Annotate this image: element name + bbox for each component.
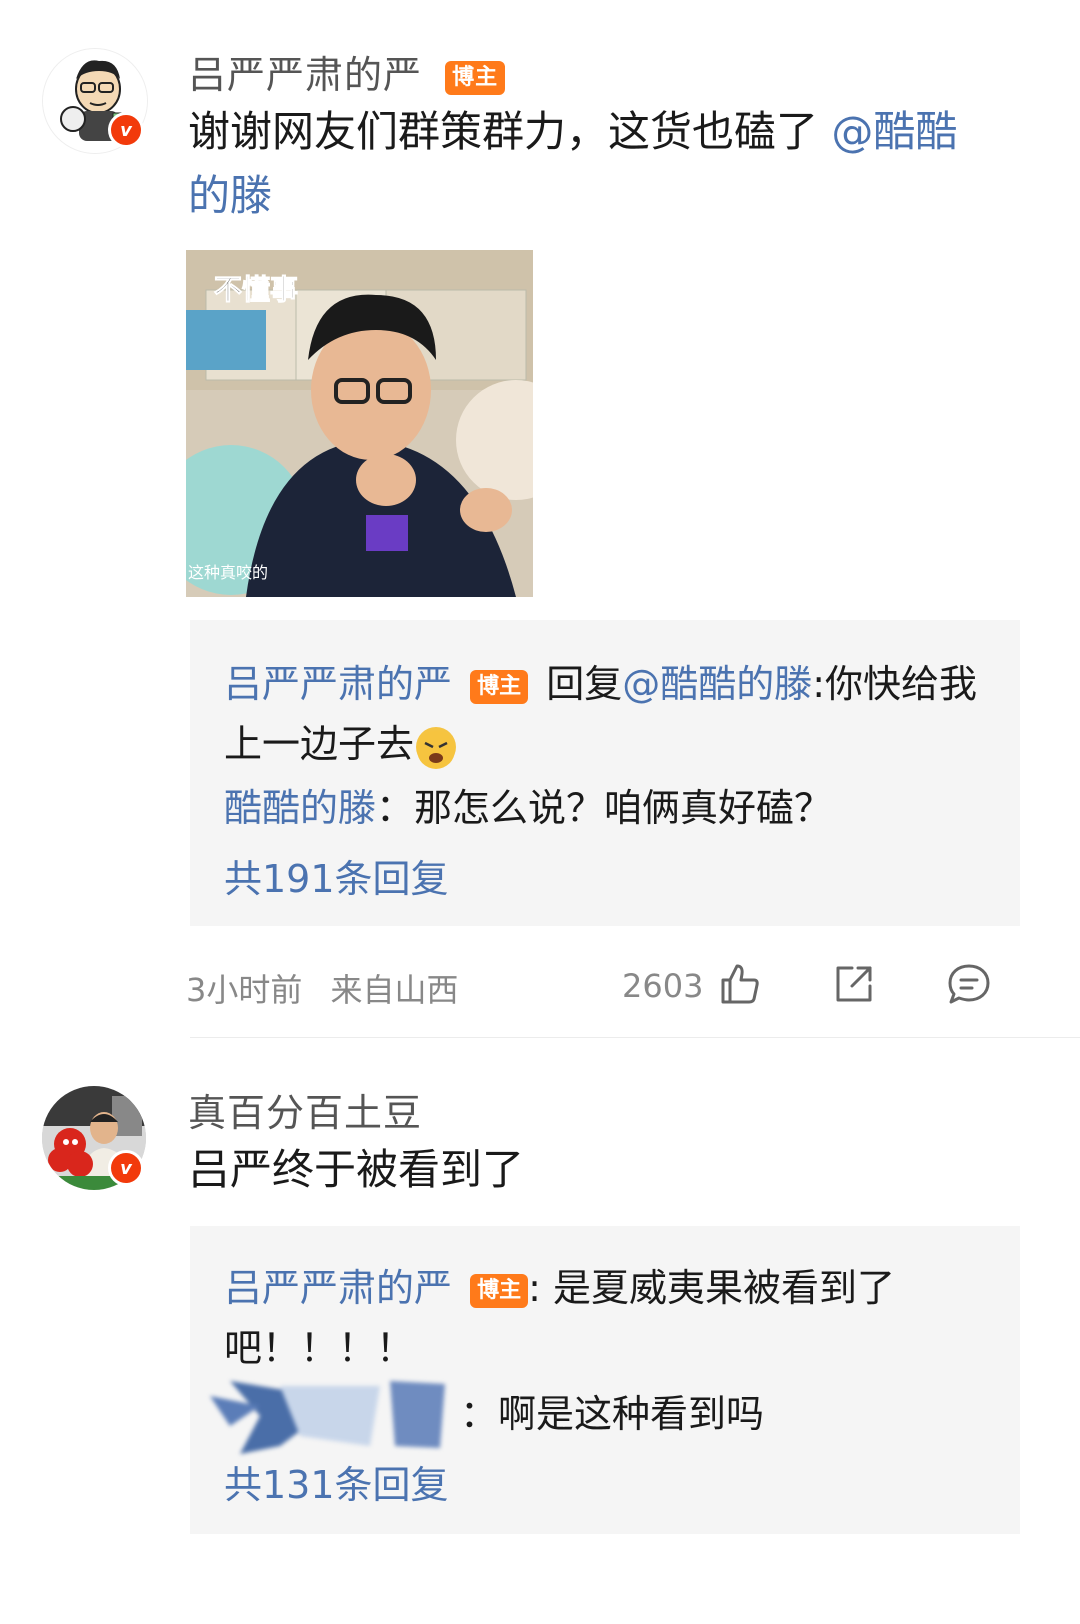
reply-line-2: ：啊是这种看到吗	[460, 1384, 990, 1444]
post2-username[interactable]: 真百分百土豆	[188, 1082, 422, 1137]
reply-prefix: 回复	[546, 662, 623, 706]
image-caption-top: 不懂事	[213, 273, 299, 307]
image-caption-bottom: 这种真咬的	[188, 563, 269, 582]
reply-line-2: 酷酷的滕：那怎么说？咱俩真好磕？	[224, 778, 990, 838]
angry-emoji-icon	[416, 726, 457, 769]
post-divider	[190, 1037, 1080, 1038]
reply-username[interactable]: 酷酷的滕	[224, 786, 376, 830]
post1-username[interactable]: 吕严严肃的严 博主	[188, 44, 506, 99]
reply-username[interactable]: 吕严严肃的严	[224, 1266, 452, 1310]
blogger-tag: 博主	[470, 669, 529, 704]
post-location: 来自山西	[330, 971, 459, 1009]
post1-meta: 3小时前 来自山西	[186, 965, 459, 1011]
blogger-tag: 博主	[445, 60, 506, 95]
post1-image[interactable]: 不懂事 这种真咬的	[186, 250, 533, 597]
post2-text: 吕严终于被看到了	[188, 1145, 525, 1194]
reply-username[interactable]: 吕严严肃的严	[224, 662, 452, 706]
share-icon[interactable]	[832, 962, 876, 1010]
verified-badge-icon: v	[108, 1150, 144, 1186]
post2-replies-box[interactable]: 吕严严肃的严 博主: 是夏威夷果被看到了吧！！！！ ：啊是这种看到吗 共131条…	[190, 1226, 1020, 1534]
reply-line-1: 吕严严肃的严 博主: 是夏威夷果被看到了吧！！！！	[224, 1258, 990, 1378]
post1-text: 谢谢网友们群策群力，这货也磕了 @酷酷的滕	[188, 100, 998, 228]
like-count: 2603	[622, 967, 704, 1005]
more-replies-link[interactable]: 共131条回复	[224, 1454, 449, 1509]
reply-line-1: 吕严严肃的严 博主 回复@酷酷的滕:你快给我上一边子去	[224, 654, 990, 774]
blogger-tag: 博主	[470, 1273, 529, 1308]
reply-text: ：啊是这种看到吗	[460, 1392, 765, 1436]
avatar-user2[interactable]: v	[42, 1086, 146, 1190]
more-replies-link[interactable]: 共191条回复	[224, 848, 449, 903]
avatar-user1[interactable]: v	[42, 48, 148, 154]
post-time: 3小时前	[186, 971, 303, 1009]
reply-text: ：那怎么说？咱俩真好磕？	[376, 786, 833, 830]
redacted-username	[190, 1376, 458, 1456]
verified-badge-icon: v	[108, 112, 144, 148]
mention-link[interactable]: @酷酷的滕	[622, 662, 812, 706]
username-text[interactable]: 吕严严肃的严	[188, 53, 422, 97]
post1-replies-box[interactable]: 吕严严肃的严 博主 回复@酷酷的滕:你快给我上一边子去 酷酷的滕：那怎么说？咱俩…	[190, 620, 1020, 926]
thumbs-up-icon[interactable]	[718, 962, 762, 1010]
comment-icon[interactable]	[946, 962, 992, 1010]
post-text: 谢谢网友们群策群力，这货也磕了	[188, 107, 832, 156]
